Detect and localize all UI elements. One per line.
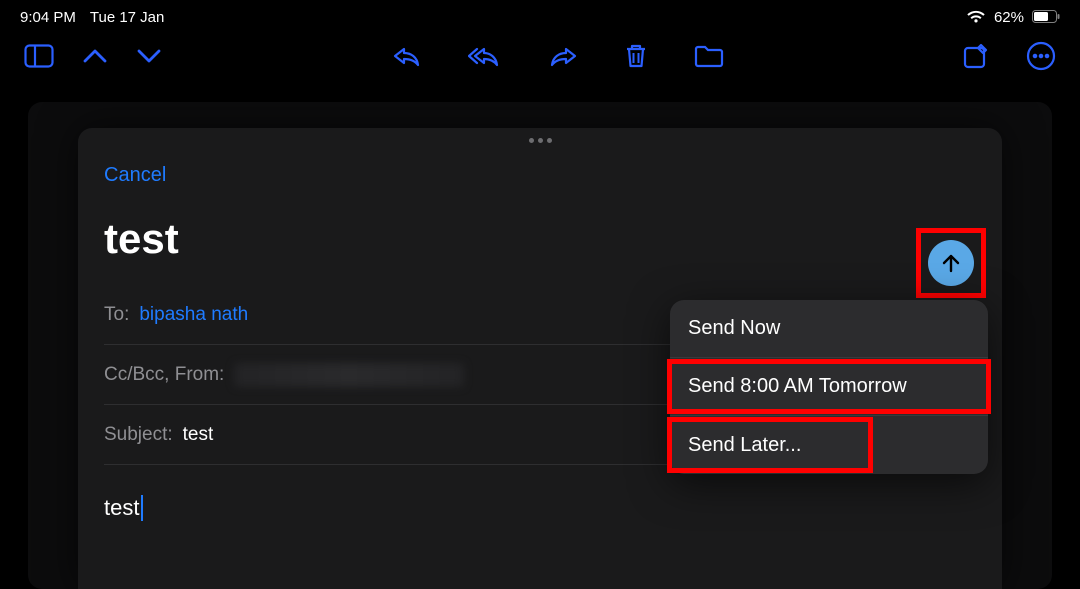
text-caret <box>141 495 143 521</box>
compose-button[interactable] <box>962 42 990 70</box>
to-recipient[interactable]: bipasha nath <box>139 304 248 326</box>
menu-item-send-tomorrow[interactable]: Send 8:00 AM Tomorrow <box>670 358 988 416</box>
ccbcc-label: Cc/Bcc, From: <box>104 364 224 386</box>
subject-value[interactable]: test <box>183 424 214 446</box>
more-button[interactable] <box>1026 41 1056 71</box>
from-address-redacted <box>234 363 464 387</box>
delete-button[interactable] <box>624 42 648 70</box>
move-to-folder-button[interactable] <box>694 44 724 68</box>
menu-item-label: Send Now <box>688 317 780 340</box>
body-text: test <box>104 495 139 521</box>
status-date: Tue 17 Jan <box>90 9 165 26</box>
send-button-highlight <box>916 228 986 298</box>
menu-item-send-now[interactable]: Send Now <box>670 300 988 358</box>
wifi-icon <box>966 10 986 24</box>
cancel-button[interactable]: Cancel <box>104 164 166 187</box>
reply-all-button[interactable] <box>468 44 502 68</box>
forward-button[interactable] <box>548 44 578 68</box>
send-button[interactable] <box>928 240 974 286</box>
sidebar-toggle-button[interactable] <box>24 44 54 68</box>
subject-label: Subject: <box>104 424 173 446</box>
sheet-grabber[interactable] <box>525 138 555 143</box>
to-label: To: <box>104 304 129 326</box>
send-options-popover: Send Now Send 8:00 AM Tomorrow Send Late… <box>670 300 988 474</box>
next-message-button[interactable] <box>136 47 162 65</box>
menu-item-label: Send 8:00 AM Tomorrow <box>688 375 907 398</box>
compose-title: test <box>104 215 976 263</box>
battery-icon <box>1032 10 1060 24</box>
status-time: 9:04 PM <box>20 9 76 26</box>
menu-item-send-later[interactable]: Send Later... <box>670 416 988 474</box>
arrow-up-icon <box>939 251 963 275</box>
mail-toolbar <box>0 28 1080 84</box>
status-bar: 9:04 PM Tue 17 Jan 62% <box>0 0 1080 28</box>
reply-button[interactable] <box>392 44 422 68</box>
menu-item-label: Send Later... <box>688 434 801 457</box>
status-battery-pct: 62% <box>994 9 1024 26</box>
prev-message-button[interactable] <box>82 47 108 65</box>
